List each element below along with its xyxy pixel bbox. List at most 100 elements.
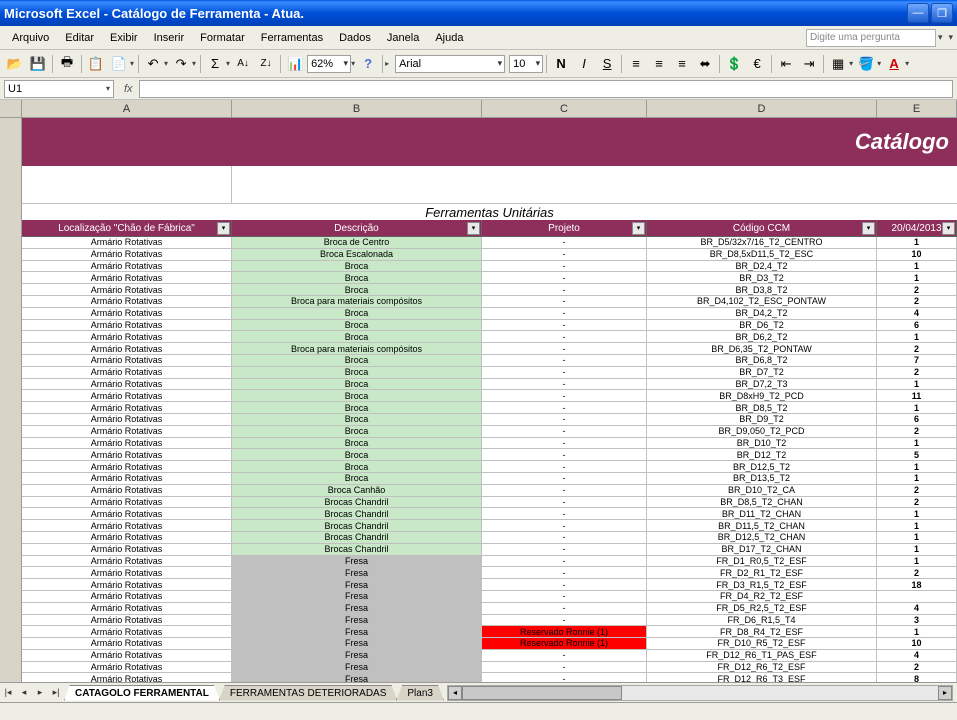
filter-localizacao-icon[interactable]: ▾ (217, 222, 230, 235)
redo-button[interactable]: ↷ (170, 53, 192, 75)
sheet-tab-deterioradas[interactable]: FERRAMENTAS DETERIORADAS (219, 685, 398, 701)
cell-descricao[interactable]: Fresa (232, 591, 482, 603)
cell-descricao[interactable]: Broca para materiais compósitos (232, 343, 482, 355)
cell-descricao[interactable]: Fresa (232, 567, 482, 579)
cell-codigo[interactable]: BR_D5/32x7/16_T2_CENTRO (647, 237, 877, 249)
cell-qty[interactable]: 11 (877, 390, 957, 402)
cell-projeto[interactable]: - (482, 556, 647, 568)
cell-descricao[interactable]: Brocas Chandril (232, 544, 482, 556)
cell-descricao[interactable]: Broca (232, 308, 482, 320)
cell-qty[interactable]: 1 (877, 626, 957, 638)
col-header-d[interactable]: D (647, 100, 877, 117)
cell-qty[interactable]: 1 (877, 520, 957, 532)
redo-dropdown-icon[interactable]: ▾ (192, 59, 196, 68)
cell-qty[interactable]: 4 (877, 603, 957, 615)
cell-descricao[interactable]: Fresa (232, 603, 482, 615)
cell-projeto[interactable]: - (482, 591, 647, 603)
sort-desc-button[interactable]: Z↓ (255, 53, 277, 75)
cell-codigo[interactable]: BR_D6,35_T2_PONTAW (647, 343, 877, 355)
cell-descricao[interactable]: Broca para materiais compósitos (232, 296, 482, 308)
menu-inserir[interactable]: Inserir (146, 30, 193, 46)
cell-localizacao[interactable]: Armário Rotativas (22, 355, 232, 367)
undo-button[interactable]: ↶ (142, 53, 164, 75)
cell-descricao[interactable]: Broca (232, 402, 482, 414)
cell-descricao[interactable]: Fresa (232, 626, 482, 638)
cell-qty[interactable]: 1 (877, 508, 957, 520)
cell-qty[interactable]: 1 (877, 438, 957, 450)
cell-projeto[interactable]: - (482, 461, 647, 473)
increase-indent-button[interactable]: ⇥ (798, 53, 820, 75)
formula-input[interactable] (139, 80, 953, 98)
cell-codigo[interactable]: FR_D2_R1_T2_ESF (647, 567, 877, 579)
cell-localizacao[interactable]: Armário Rotativas (22, 520, 232, 532)
cell-codigo[interactable]: FR_D8_R4_T2_ESF (647, 626, 877, 638)
cell-localizacao[interactable]: Armário Rotativas (22, 626, 232, 638)
paste-button[interactable]: 📄 (108, 53, 130, 75)
autosum-button[interactable]: Σ (204, 53, 226, 75)
cell-codigo[interactable]: BR_D4,2_T2 (647, 308, 877, 320)
menu-ferramentas[interactable]: Ferramentas (253, 30, 331, 46)
print-button[interactable]: 🖶 (56, 53, 78, 75)
cell-descricao[interactable]: Broca Canhão (232, 485, 482, 497)
font-color-dropdown-icon[interactable]: ▾ (905, 59, 909, 68)
cell-codigo[interactable]: FR_D12_R6_T1_PAS_ESF (647, 650, 877, 662)
cell-projeto[interactable]: - (482, 603, 647, 615)
cell-projeto[interactable]: - (482, 390, 647, 402)
tab-first-icon[interactable]: |◂ (0, 685, 16, 701)
sheet-tab-plan3[interactable]: Plan3 (396, 685, 444, 701)
cell-projeto[interactable]: - (482, 532, 647, 544)
cell-projeto[interactable]: - (482, 367, 647, 379)
cell-codigo[interactable]: BR_D10_T2 (647, 438, 877, 450)
cell-localizacao[interactable]: Armário Rotativas (22, 249, 232, 261)
cell-descricao[interactable]: Broca (232, 284, 482, 296)
cell-codigo[interactable]: BR_D6,8_T2 (647, 355, 877, 367)
sort-asc-button[interactable]: A↓ (232, 53, 254, 75)
cell-qty[interactable]: 1 (877, 261, 957, 273)
cell-qty[interactable]: 3 (877, 615, 957, 627)
cell-projeto[interactable]: - (482, 615, 647, 627)
cell-descricao[interactable]: Brocas Chandril (232, 497, 482, 509)
tab-prev-icon[interactable]: ◂ (16, 685, 32, 701)
cell-descricao[interactable]: Broca (232, 261, 482, 273)
cell-codigo[interactable]: BR_D8,5_T2_CHAN (647, 497, 877, 509)
cell-projeto[interactable]: - (482, 650, 647, 662)
hscroll-right-icon[interactable]: ▸ (938, 686, 952, 700)
cell-codigo[interactable]: BR_D6,2_T2 (647, 331, 877, 343)
cell-projeto[interactable]: - (482, 473, 647, 485)
cell-localizacao[interactable]: Armário Rotativas (22, 272, 232, 284)
cell-descricao[interactable]: Broca (232, 414, 482, 426)
cell-projeto[interactable]: - (482, 379, 647, 391)
cell-localizacao[interactable]: Armário Rotativas (22, 473, 232, 485)
cell-qty[interactable]: 4 (877, 650, 957, 662)
borders-dropdown-icon[interactable]: ▾ (849, 59, 853, 68)
cell-projeto[interactable]: - (482, 320, 647, 332)
cell-descricao[interactable]: Fresa (232, 579, 482, 591)
decrease-indent-button[interactable]: ⇤ (775, 53, 797, 75)
font-combo[interactable]: Arial (395, 55, 505, 73)
cell-projeto[interactable]: - (482, 343, 647, 355)
cell-qty[interactable]: 2 (877, 485, 957, 497)
euro-button[interactable]: € (746, 53, 768, 75)
col-header-a[interactable]: A (22, 100, 232, 117)
cell-qty[interactable] (877, 591, 957, 603)
menu-ajuda[interactable]: Ajuda (427, 30, 471, 46)
cell-localizacao[interactable]: Armário Rotativas (22, 237, 232, 249)
cell-projeto[interactable]: - (482, 449, 647, 461)
cell-localizacao[interactable]: Armário Rotativas (22, 296, 232, 308)
cell-descricao[interactable]: Fresa (232, 615, 482, 627)
cell-qty[interactable]: 2 (877, 426, 957, 438)
cell-projeto[interactable]: - (482, 544, 647, 556)
cell-descricao[interactable]: Broca de Centro (232, 237, 482, 249)
paste-dropdown-icon[interactable]: ▾ (130, 59, 134, 68)
cell-qty[interactable]: 1 (877, 402, 957, 414)
cell-projeto[interactable]: - (482, 261, 647, 273)
fill-color-button[interactable]: 🪣 (855, 53, 877, 75)
undo-dropdown-icon[interactable]: ▾ (164, 59, 168, 68)
filter-projeto-icon[interactable]: ▾ (632, 222, 645, 235)
cell-descricao[interactable]: Fresa (232, 650, 482, 662)
cell-descricao[interactable]: Fresa (232, 556, 482, 568)
cell-qty[interactable]: 2 (877, 367, 957, 379)
cell-localizacao[interactable]: Armário Rotativas (22, 579, 232, 591)
cell-descricao[interactable]: Broca (232, 449, 482, 461)
cell-codigo[interactable]: BR_D9_T2 (647, 414, 877, 426)
